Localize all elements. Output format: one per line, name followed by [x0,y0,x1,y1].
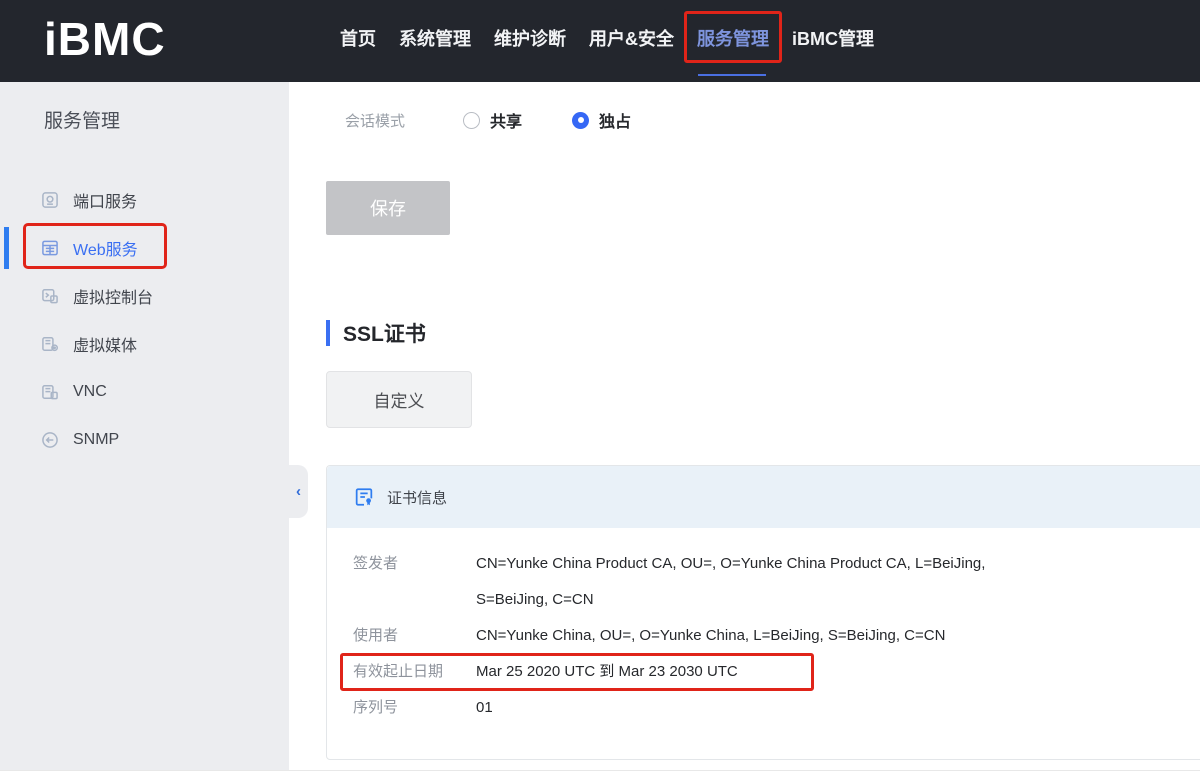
cert-row-label: 使用者 [353,618,476,654]
nav-item-system-management[interactable]: 系统管理 [399,25,471,51]
certificate-panel-body: 签发者 CN=Yunke China Product CA, OU=, O=Yu… [327,528,1200,726]
ssl-section-header: SSL证书 [326,318,426,348]
port-service-icon [40,190,60,210]
nav-item-home[interactable]: 首页 [340,25,376,51]
sidebar-item-virtual-media[interactable]: 虚拟媒体 [0,320,289,368]
radio-unchecked-icon[interactable] [463,112,480,129]
chevron-left-icon: ‹ [296,484,301,499]
cert-row-value: Mar 25 2020 UTC 到 Mar 23 2030 UTC [476,654,738,690]
nav-item-label: 服务管理 [697,29,769,49]
cert-row-issuer: 签发者 CN=Yunke China Product CA, OU=, O=Yu… [353,546,1200,618]
nav-item-ibmc-management[interactable]: iBMC管理 [792,25,874,51]
session-mode-label: 会话模式 [345,110,463,131]
cert-row-value: 01 [476,690,493,726]
radio-option-shared[interactable]: 共享 [463,108,522,132]
active-item-indicator [4,227,9,269]
certificate-icon [353,486,375,508]
sidebar-menu: 端口服务 Web服务 [0,176,289,464]
cert-row-validity: 有效起止日期 Mar 25 2020 UTC 到 Mar 23 2030 UTC [353,654,1200,690]
sidebar-item-label: 虚拟控制台 [73,284,153,308]
sidebar: 服务管理 端口服务 [0,82,289,771]
sidebar-item-label: Web服务 [73,236,138,260]
ssl-section-title: SSL证书 [343,318,426,348]
sidebar-item-port-service[interactable]: 端口服务 [0,176,289,224]
ibmc-web-ui: iBMC 首页 系统管理 维护诊断 用户&安全 服务管理 iBMC管理 服务管理 [0,0,1200,771]
sidebar-collapse-toggle[interactable]: ‹ [289,465,308,518]
snmp-icon [40,430,60,450]
radio-option-label: 共享 [490,108,522,132]
virtual-media-icon [40,334,60,354]
web-service-icon [40,238,60,258]
cert-row-value: CN=Yunke China, OU=, O=Yunke China, L=Be… [476,618,945,654]
top-navigation: 首页 系统管理 维护诊断 用户&安全 服务管理 iBMC管理 [340,0,874,76]
virtual-console-icon [40,286,60,306]
cert-row-label: 签发者 [353,546,476,582]
section-accent-bar [326,320,330,346]
sidebar-item-vnc[interactable]: VNC [0,368,289,416]
sidebar-item-label: SNMP [73,431,119,449]
sidebar-title: 服务管理 [44,106,120,133]
cert-row-label: 有效起止日期 [353,654,476,690]
nav-item-user-security[interactable]: 用户&安全 [589,25,674,51]
cert-row-subject: 使用者 CN=Yunke China, OU=, O=Yunke China, … [353,618,1200,654]
radio-option-label: 独占 [599,108,631,132]
cert-row-value: CN=Yunke China Product CA, OU=, O=Yunke … [476,546,1041,618]
sidebar-item-label: VNC [73,383,107,401]
sidebar-item-web-service[interactable]: Web服务 [0,224,289,272]
certificate-info-panel: 证书信息 签发者 CN=Yunke China Product CA, OU=,… [326,465,1200,760]
custom-certificate-button[interactable]: 自定义 [326,371,472,428]
certificate-panel-title: 证书信息 [387,487,447,508]
top-bar: iBMC 首页 系统管理 维护诊断 用户&安全 服务管理 iBMC管理 [0,0,1200,82]
main-content: 会话模式 共享 独占 保存 SSL证书 自定义 [326,82,1200,771]
radio-checked-icon[interactable] [572,112,589,129]
cert-row-serial-number: 序列号 01 [353,690,1200,726]
cert-row-label: 序列号 [353,690,476,726]
sidebar-item-label: 端口服务 [73,188,137,212]
sidebar-item-snmp[interactable]: SNMP [0,416,289,464]
active-tab-underline [698,74,766,76]
session-mode-row: 会话模式 共享 独占 [345,108,681,132]
save-button[interactable]: 保存 [326,181,450,235]
radio-option-exclusive[interactable]: 独占 [572,108,631,132]
sidebar-item-label: 虚拟媒体 [73,332,137,356]
nav-item-service-management[interactable]: 服务管理 [697,25,769,51]
certificate-panel-header: 证书信息 [327,466,1200,528]
sidebar-item-virtual-console[interactable]: 虚拟控制台 [0,272,289,320]
ibmc-logo: iBMC [44,12,166,66]
nav-item-maintenance-diagnosis[interactable]: 维护诊断 [494,25,566,51]
vnc-icon [40,382,60,402]
